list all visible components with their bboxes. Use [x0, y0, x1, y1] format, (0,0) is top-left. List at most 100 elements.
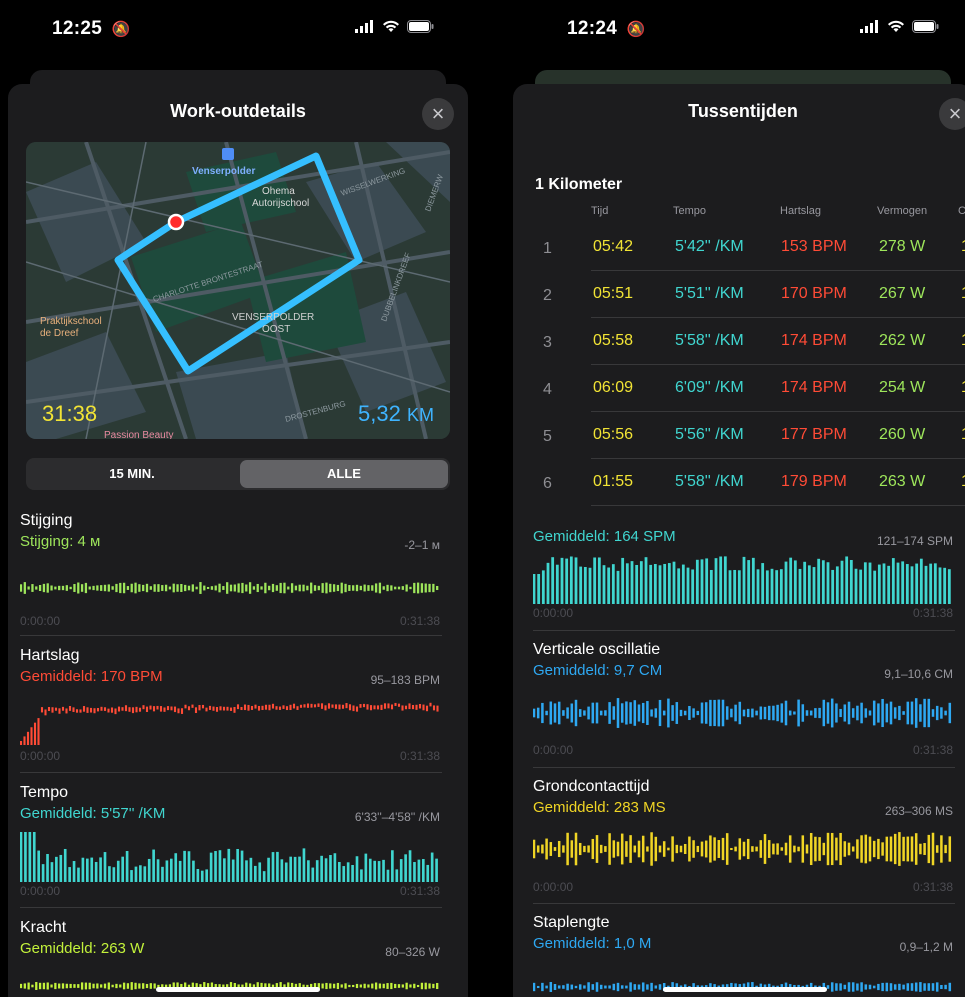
map-label-district2: OOST — [262, 324, 290, 335]
split-row[interactable]: 2 05:51 5'51'' /KM 170 BPM 267 W 1 — [529, 271, 965, 318]
divider — [20, 907, 442, 908]
split-heart-rate: 174 BPM — [781, 379, 847, 396]
route-map[interactable]: Venserpolder Ohema Autorijschool Praktij… — [26, 142, 450, 439]
metric-title: Hartslag — [20, 647, 80, 664]
split-row[interactable]: 6 01:55 5'58'' /KM 179 BPM 263 W 1 — [529, 459, 965, 506]
close-button[interactable]: × — [939, 98, 965, 130]
metric-range: 0,9–1,2 M — [899, 940, 953, 954]
metric-range: -2–1 м — [404, 538, 440, 552]
divider — [533, 903, 955, 904]
bell-slash-icon: 🔕 — [626, 21, 646, 38]
chart-start-time: 0:00:00 — [533, 743, 574, 757]
heart-rate-chart — [20, 702, 439, 745]
metric-vertical-oscillation[interactable]: Verticale oscillatie Gemiddeld: 9,7 CM 9… — [533, 641, 953, 763]
split-overflow-cell: 1 — [961, 426, 965, 444]
map-label-school1: Praktijkschool — [40, 316, 102, 327]
split-index: 2 — [543, 287, 552, 304]
split-time: 05:51 — [593, 285, 634, 302]
metric-power[interactable]: Kracht Gemiddeld: 263 W 80–326 W — [20, 919, 440, 997]
split-index: 1 — [543, 240, 552, 257]
chart-start-time: 0:00:00 — [533, 880, 574, 894]
split-index: 4 — [543, 381, 552, 398]
chart-end-time: 0:31:38 — [399, 614, 440, 628]
split-index: 6 — [543, 475, 552, 492]
vertical-oscillation-chart — [533, 698, 952, 728]
split-pace: 5'58'' /KM — [675, 473, 744, 490]
split-index: 5 — [543, 428, 552, 445]
map-distance: 5,32 KM — [358, 401, 434, 426]
home-indicator[interactable] — [663, 987, 827, 992]
splits-title: 1 Kilometer — [535, 176, 623, 193]
divider — [20, 772, 442, 773]
metric-subtitle: Gemiddeld: 1,0 M — [533, 935, 652, 952]
close-button[interactable]: × — [422, 98, 454, 130]
divider — [533, 767, 955, 768]
chart-end-time: 0:31:38 — [399, 749, 440, 763]
split-row[interactable]: 4 06:09 6'09'' /KM 174 BPM 254 W 1 — [529, 365, 965, 412]
split-overflow-cell: 1 — [961, 379, 965, 397]
split-heart-rate: 153 BPM — [781, 238, 847, 255]
map-label-district1: VENSERPOLDER — [232, 312, 314, 323]
status-time: 12:24 🔕 — [567, 18, 646, 39]
split-row[interactable]: 1 05:42 5'42'' /KM 153 BPM 278 W 1 — [529, 224, 965, 271]
chart-end-time: 0:31:38 — [912, 880, 953, 894]
metric-title: Stijging — [20, 512, 73, 529]
metric-title: Tempo — [20, 784, 69, 801]
split-power: 278 W — [879, 238, 926, 255]
chart-start-time: 0:00:00 — [533, 606, 574, 620]
cellular-signal-icon — [355, 20, 373, 33]
status-icons — [355, 20, 434, 33]
split-time: 05:58 — [593, 332, 634, 349]
bell-slash-icon: 🔕 — [111, 21, 131, 38]
split-time: 06:09 — [593, 379, 634, 396]
divider — [533, 630, 955, 631]
metric-pace[interactable]: Tempo Gemiddeld: 5'57'' /KM 6'33''–4'58'… — [20, 784, 440, 904]
status-bar: 12:24 🔕 — [505, 0, 965, 70]
column-header-overflow: C — [958, 205, 965, 217]
divider — [20, 635, 442, 636]
row-divider — [591, 505, 965, 506]
split-time: 05:42 — [593, 238, 634, 255]
metric-elevation[interactable]: Stijging Stijging: 4 м -2–1 м 0:00:00 0:… — [20, 512, 440, 632]
split-heart-rate: 170 BPM — [781, 285, 847, 302]
split-row[interactable]: 3 05:58 5'58'' /KM 174 BPM 262 W 1 — [529, 318, 965, 365]
status-icons — [860, 20, 939, 33]
power-chart — [20, 982, 439, 990]
map-label-poi2: Autorijschool — [252, 198, 309, 209]
split-row[interactable]: 5 05:56 5'56'' /KM 177 BPM 260 W 1 — [529, 412, 965, 459]
metric-range: 263–306 MS — [884, 804, 953, 818]
sheet-title: Work-outdetails — [170, 101, 306, 121]
map-canvas: Venserpolder Ohema Autorijschool Praktij… — [26, 142, 450, 439]
metric-ground-contact-time[interactable]: Grondcontacttijd Gemiddeld: 283 MS 263–3… — [533, 778, 953, 900]
split-overflow-cell: 1 — [961, 473, 965, 491]
map-label-poi1: Ohema — [262, 186, 295, 197]
split-index: 3 — [543, 334, 552, 351]
right-phone-screen: 12:24 🔕 Tussentijden × 1 Kilometer Tijd … — [505, 0, 965, 997]
split-overflow-cell: 1 — [961, 238, 965, 256]
split-power: 254 W — [879, 379, 926, 396]
segment-all[interactable]: ALLE — [240, 460, 448, 488]
column-header-power: Vermogen — [877, 205, 928, 217]
split-overflow-cell: 1 — [961, 332, 965, 350]
cadence-chart — [533, 556, 951, 604]
metric-heart-rate[interactable]: Hartslag Gemiddeld: 170 BPM 95–183 BPM 0… — [20, 647, 440, 769]
split-pace: 5'42'' /KM — [675, 238, 744, 255]
map-label-station: Venserpolder — [192, 166, 255, 177]
chart-end-time: 0:31:38 — [912, 606, 953, 620]
status-bar: 12:25 🔕 — [0, 0, 468, 70]
column-header-pace: Tempo — [673, 205, 707, 217]
wifi-icon — [888, 20, 904, 32]
chart-start-time: 0:00:00 — [20, 614, 61, 628]
segment-15-min[interactable]: 15 MIN. — [28, 460, 236, 488]
split-heart-rate: 177 BPM — [781, 426, 847, 443]
battery-icon — [912, 20, 939, 33]
sheet-title: Tussentijden — [688, 101, 798, 121]
battery-icon — [407, 20, 434, 33]
status-time: 12:25 🔕 — [52, 18, 131, 39]
split-heart-rate: 174 BPM — [781, 332, 847, 349]
metric-stride-length[interactable]: Staplengte Gemiddeld: 1,0 M 0,9–1,2 M — [533, 914, 953, 997]
wifi-icon — [383, 20, 399, 32]
home-indicator[interactable] — [156, 987, 320, 992]
metric-cadence[interactable]: Gemiddeld: 164 SPM 121–174 SPM 0:00:00 0… — [533, 528, 953, 628]
split-power: 263 W — [879, 473, 926, 490]
